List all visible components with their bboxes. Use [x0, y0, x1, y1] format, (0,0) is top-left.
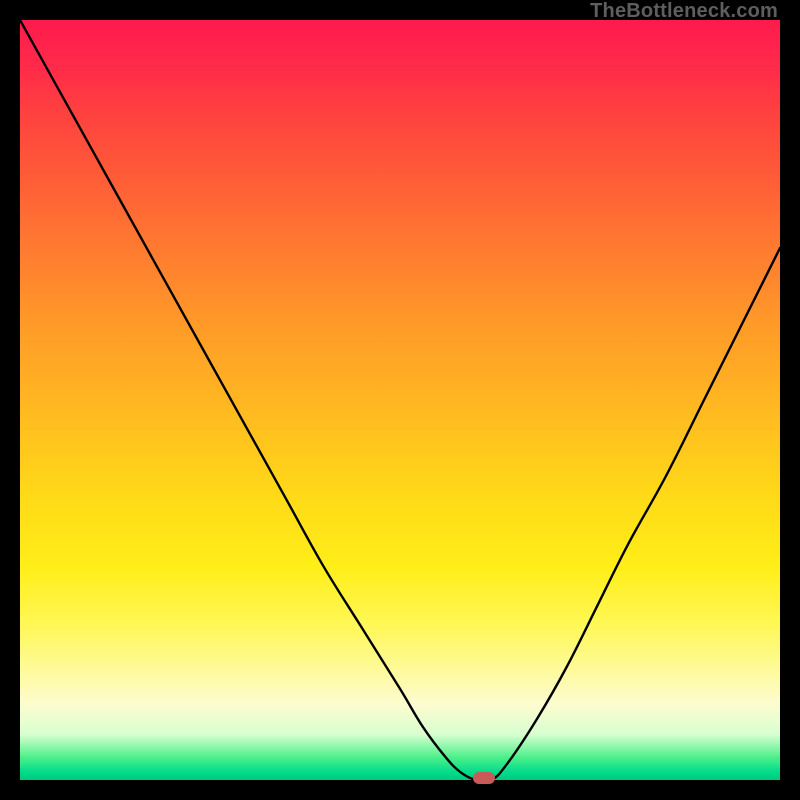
- bottleneck-curve: [20, 20, 780, 780]
- optimal-point-marker: [473, 772, 495, 784]
- chart-container: TheBottleneck.com: [0, 0, 800, 800]
- plot-area: [20, 20, 780, 780]
